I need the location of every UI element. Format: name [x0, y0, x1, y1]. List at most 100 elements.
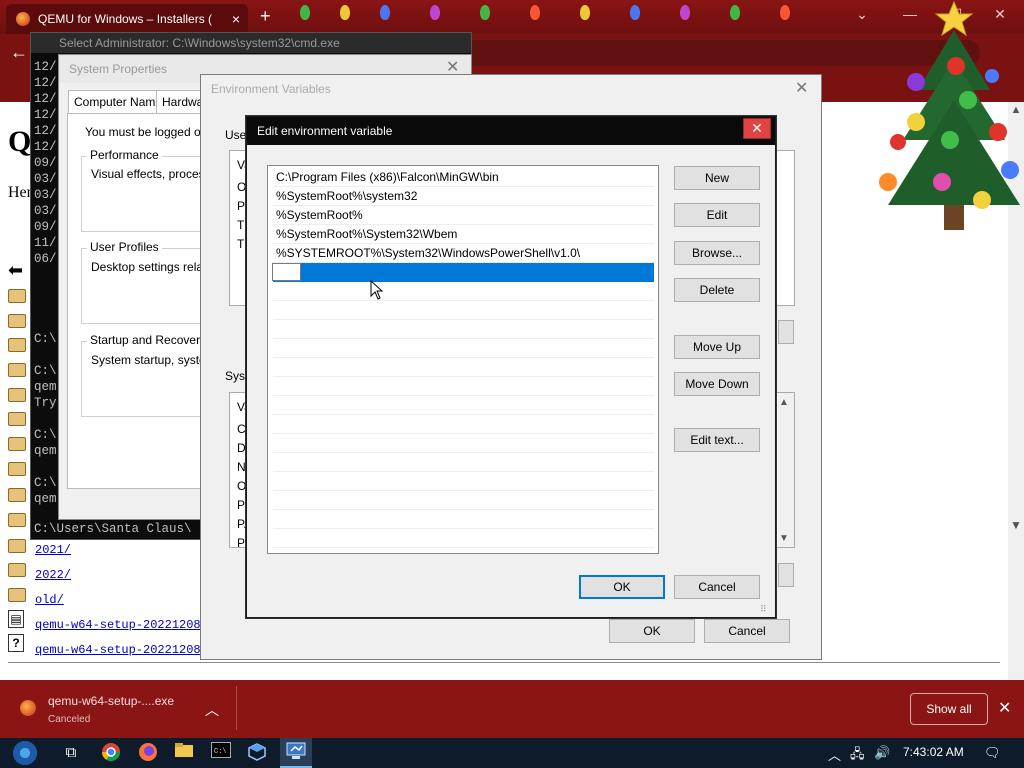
dir-link-old[interactable]: old/: [35, 593, 64, 607]
cmd-title[interactable]: Select Administrator: C:\Windows\system3…: [31, 33, 471, 53]
cmd-line: C:\: [34, 476, 57, 490]
chrome-icon[interactable]: [100, 742, 122, 764]
path-list-empty-row[interactable]: [273, 529, 654, 548]
back-arrow-icon[interactable]: ⬅: [8, 260, 23, 281]
move-down-button[interactable]: Move Down: [674, 372, 760, 396]
start-button[interactable]: [10, 740, 40, 766]
path-list-empty-row[interactable]: [273, 396, 654, 415]
path-edit-input[interactable]: [272, 263, 301, 281]
group-legend: Performance: [87, 148, 162, 162]
path-list-empty-row[interactable]: [273, 491, 654, 510]
clock[interactable]: 7:43:02 AM: [903, 745, 964, 759]
environment-variables-title[interactable]: Environment Variables: [201, 75, 821, 103]
list-item[interactable]: P: [237, 498, 245, 512]
cmd-line: C:\: [34, 428, 57, 442]
decoration-bulb: [380, 5, 390, 20]
path-list-item[interactable]: %SystemRoot%: [273, 206, 654, 225]
cmd-line: 12/: [34, 76, 57, 90]
close-icon[interactable]: ✕: [998, 698, 1011, 718]
system-properties-icon[interactable]: [285, 742, 307, 764]
list-item[interactable]: N: [237, 460, 246, 474]
path-list-item-selected[interactable]: [273, 263, 654, 282]
edit-text-button[interactable]: Edit text...: [674, 428, 760, 452]
list-item[interactable]: C: [237, 422, 246, 436]
close-icon[interactable]: ✕: [795, 78, 808, 98]
path-list-item[interactable]: %SYSTEMROOT%\System32\WindowsPowerShell\…: [273, 244, 654, 263]
cmd-icon[interactable]: C:\: [210, 742, 232, 764]
path-list-empty-row[interactable]: [273, 358, 654, 377]
path-list-empty-row[interactable]: [273, 301, 654, 320]
cmd-line: 12/: [34, 92, 57, 106]
delete-button[interactable]: Delete: [674, 278, 760, 302]
scroll-up-arrow-icon[interactable]: ▲: [779, 397, 789, 408]
cancel-button[interactable]: Cancel: [674, 575, 760, 599]
page-intro-text: Her: [8, 184, 32, 201]
scroll-down-arrow-icon[interactable]: ▼: [1008, 518, 1024, 538]
cmd-line: 06/: [34, 252, 57, 266]
user-var-button-partial[interactable]: [778, 320, 794, 344]
chevron-up-icon[interactable]: ︿: [205, 700, 219, 720]
download-status: Canceled: [48, 714, 91, 725]
list-item[interactable]: O: [237, 479, 246, 493]
path-list-item[interactable]: %SystemRoot%\System32\Wbem: [273, 225, 654, 244]
edit-button[interactable]: Edit: [674, 203, 760, 227]
file-link-setup-sha[interactable]: qemu-w64-setup-20221208: [35, 643, 201, 657]
cmd-line: C:\: [34, 364, 57, 378]
list-item[interactable]: D: [237, 441, 246, 455]
new-button[interactable]: New: [674, 166, 760, 190]
resize-grip-icon[interactable]: ⠿: [760, 604, 767, 615]
tab-title: QEMU for Windows – Installers (: [38, 12, 213, 26]
decoration-bulb: [780, 5, 790, 20]
list-item[interactable]: P: [237, 199, 245, 213]
path-list-empty-row[interactable]: [273, 434, 654, 453]
path-list-item[interactable]: C:\Program Files (x86)\Falcon\MinGW\bin: [273, 168, 654, 187]
folder-icon: [8, 513, 26, 527]
file-explorer-icon[interactable]: [173, 742, 195, 764]
path-list-empty-row[interactable]: [273, 510, 654, 529]
decoration-bulb: [580, 5, 590, 20]
download-file-name[interactable]: qemu-w64-setup-....exe: [48, 694, 174, 708]
folder-icon: [8, 289, 26, 303]
path-list-empty-row[interactable]: [273, 453, 654, 472]
tab-computer-name[interactable]: Computer Name: [68, 90, 169, 114]
file-link-setup[interactable]: qemu-w64-setup-20221208: [35, 618, 201, 632]
dialog-title[interactable]: Edit environment variable: [247, 117, 775, 145]
path-list-empty-row[interactable]: [273, 415, 654, 434]
cmd-line: 12/: [34, 124, 57, 138]
path-list[interactable]: C:\Program Files (x86)\Falcon\MinGW\bin …: [267, 165, 659, 554]
move-up-button[interactable]: Move Up: [674, 335, 760, 359]
system-var-button-partial[interactable]: [778, 563, 794, 587]
system-list-scrollbar[interactable]: [778, 393, 794, 547]
path-list-item[interactable]: %SystemRoot%\system32: [273, 187, 654, 206]
dir-link-2021[interactable]: 2021/: [35, 543, 71, 557]
show-all-button[interactable]: Show all: [910, 693, 988, 725]
list-item[interactable]: P: [237, 536, 245, 550]
tab-close-icon[interactable]: ×: [232, 11, 240, 27]
firefox-icon[interactable]: [137, 742, 159, 764]
path-list-empty-row[interactable]: [273, 339, 654, 358]
decoration-bulb: [340, 5, 350, 20]
ok-button[interactable]: OK: [579, 575, 665, 599]
volume-icon[interactable]: 🔊: [874, 745, 890, 761]
scroll-down-arrow-icon[interactable]: ▼: [779, 533, 789, 544]
network-icon[interactable]: 🖧: [850, 745, 865, 767]
notifications-icon[interactable]: 🗨: [984, 745, 1001, 761]
env-ok-button[interactable]: OK: [609, 619, 695, 643]
path-list-empty-row[interactable]: [273, 472, 654, 491]
new-tab-button[interactable]: +: [260, 6, 271, 27]
browser-tab-active[interactable]: QEMU for Windows – Installers ( ×: [6, 4, 248, 34]
dir-link-2022[interactable]: 2022/: [35, 568, 71, 582]
unknown-file-icon: ?: [8, 634, 24, 652]
env-cancel-button[interactable]: Cancel: [704, 619, 790, 643]
virtualbox-icon[interactable]: [246, 742, 268, 764]
close-icon[interactable]: ✕: [743, 118, 771, 139]
list-item[interactable]: O: [237, 180, 246, 194]
chevron-up-icon[interactable]: ︿: [828, 745, 841, 764]
cmd-line: C:\: [34, 332, 57, 346]
browse-button[interactable]: Browse...: [674, 241, 760, 265]
task-view-icon[interactable]: ⧉: [60, 742, 82, 764]
path-list-empty-row[interactable]: [273, 320, 654, 339]
path-list-empty-row[interactable]: [273, 282, 654, 301]
path-list-empty-row[interactable]: [273, 377, 654, 396]
arrow-left-icon[interactable]: ←: [10, 42, 28, 63]
